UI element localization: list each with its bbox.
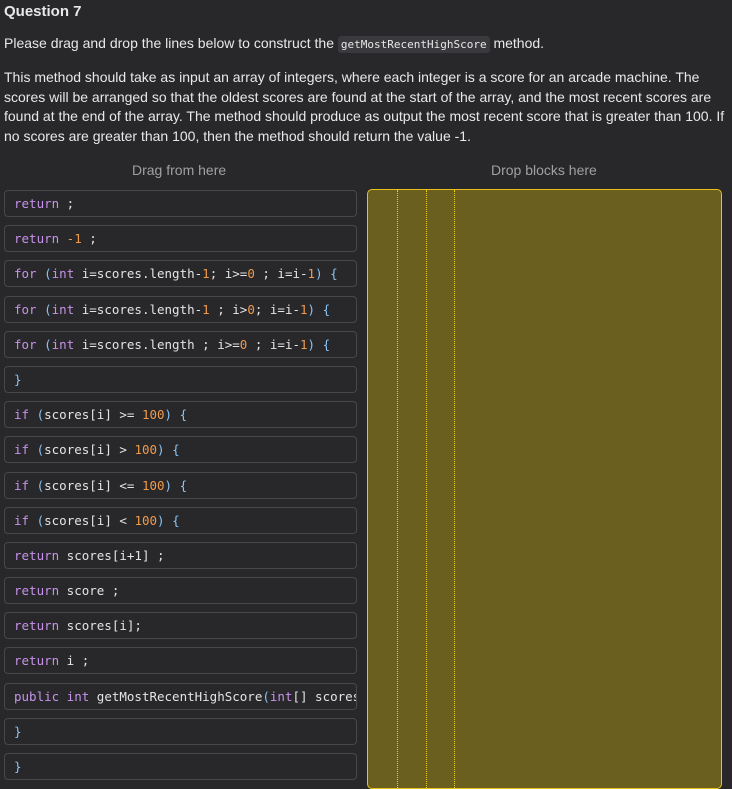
- code-block[interactable]: return -1 ;: [4, 225, 357, 253]
- code-token: 100: [134, 442, 158, 458]
- code-token: if: [14, 512, 30, 528]
- code-token: ; i=i-: [247, 336, 301, 352]
- code-token: int: [51, 301, 75, 317]
- code-token: }: [14, 723, 22, 739]
- code-token: 100: [141, 477, 165, 493]
- indent-guide: [397, 190, 398, 788]
- code-block[interactable]: return score ;: [4, 577, 357, 605]
- code-token: if: [14, 442, 30, 458]
- code-token: i=scores.length-: [74, 266, 203, 282]
- code-token: (: [36, 301, 52, 317]
- code-token: }: [14, 759, 22, 774]
- code-token: (: [36, 336, 52, 352]
- code-block[interactable]: public int getMostRecentHighScore(int[] …: [4, 682, 357, 710]
- code-token: scores[i+1] ;: [59, 547, 165, 563]
- code-token: return: [14, 618, 60, 634]
- code-token: ) {: [315, 266, 338, 282]
- code-token: ;: [81, 231, 97, 247]
- code-token: return: [14, 231, 60, 247]
- problem-description: This method should take as input an arra…: [4, 69, 725, 144]
- instructions: Please drag and drop the lines below to …: [4, 35, 545, 53]
- indent-guide: [426, 190, 427, 788]
- code-block[interactable]: return scores[i+1] ;: [4, 541, 357, 569]
- instructions-text: Please drag and drop the lines below to …: [4, 35, 338, 51]
- code-token: ) {: [157, 442, 180, 458]
- code-token: 100: [134, 512, 158, 528]
- drop-header: Drop blocks here: [491, 162, 597, 178]
- code-token: for: [14, 336, 37, 352]
- code-token: int: [59, 688, 90, 704]
- code-token: ;: [59, 196, 75, 211]
- code-token: if: [14, 477, 30, 493]
- code-block[interactable]: if (scores[i] <= 100) {: [4, 471, 357, 499]
- indent-guide: [454, 190, 455, 788]
- code-token: (: [262, 688, 270, 704]
- question-title: Question 7: [4, 3, 82, 20]
- code-block[interactable]: if (scores[i] > 100) {: [4, 436, 357, 464]
- code-token: ) {: [164, 407, 188, 423]
- code-token: if: [14, 407, 30, 423]
- code-token: (: [29, 477, 45, 493]
- code-token: scores[i] >: [44, 442, 135, 458]
- code-token: ) {: [164, 477, 188, 493]
- code-token: ) {: [307, 336, 331, 352]
- source-blocks-list: return ; return -1 ; for (int i=scores.len…: [4, 190, 357, 788]
- code-token: (: [29, 512, 45, 528]
- code-token: scores[i] <: [44, 512, 135, 528]
- code-block[interactable]: if (scores[i] >= 100) {: [4, 401, 357, 429]
- code-token: int: [51, 266, 75, 282]
- method-name-code: getMostRecentHighScore: [337, 36, 490, 53]
- code-block[interactable]: for (int i=scores.length-1; i>=0 ; i=i-1…: [4, 260, 357, 288]
- code-token: 1: [300, 301, 308, 317]
- code-token: i ;: [59, 653, 90, 669]
- code-block[interactable]: return ;: [4, 190, 357, 217]
- code-token: for: [14, 266, 37, 282]
- code-token: ; i=i-: [254, 301, 301, 317]
- code-token: scores[i];: [59, 618, 142, 634]
- code-token: return: [14, 196, 60, 211]
- code-token: for: [14, 301, 37, 317]
- code-token: 0: [247, 266, 255, 282]
- code-token: scores[i] <=: [44, 477, 142, 493]
- code-token: -1: [59, 231, 82, 247]
- code-token: 1: [300, 336, 308, 352]
- code-token: 0: [247, 301, 255, 317]
- code-token: i=scores.length ; i>=: [74, 336, 240, 352]
- code-block[interactable]: }: [4, 717, 357, 745]
- code-token: return: [14, 583, 60, 599]
- code-token: return: [14, 653, 60, 669]
- code-token: 1: [202, 301, 210, 317]
- code-token: ) {: [307, 301, 331, 317]
- code-token: i=scores.length-: [74, 301, 203, 317]
- code-block[interactable]: return i ;: [4, 647, 357, 675]
- code-token: ; i>: [209, 301, 248, 317]
- code-token: }: [14, 371, 22, 387]
- code-token: score ;: [59, 583, 120, 599]
- code-token: int: [51, 336, 75, 352]
- code-token: 100: [141, 407, 165, 423]
- code-token: return: [14, 547, 60, 563]
- code-token: ; i=i-: [254, 266, 308, 282]
- code-token: public: [14, 688, 60, 704]
- code-block[interactable]: for (int i=scores.length ; i>=0 ; i=i-1)…: [4, 330, 357, 358]
- code-token: 1: [202, 266, 210, 282]
- code-block[interactable]: if (scores[i] < 100) {: [4, 506, 357, 534]
- drag-header: Drag from here: [132, 162, 227, 178]
- code-token: [] scores: [292, 688, 357, 704]
- drop-zone[interactable]: [367, 189, 722, 789]
- code-token: scores[i] >=: [44, 407, 142, 423]
- code-block[interactable]: for (int i=scores.length-1 ; i>0; i=i-1)…: [4, 295, 357, 323]
- code-token: getMostRecentHighScore: [89, 688, 263, 704]
- code-token: (: [36, 266, 52, 282]
- code-token: (: [29, 407, 45, 423]
- code-token: (: [29, 442, 45, 458]
- code-token: ; i>=: [209, 266, 248, 282]
- code-block[interactable]: }: [4, 365, 357, 393]
- code-token: 1: [307, 266, 316, 282]
- code-token: ) {: [157, 512, 180, 528]
- code-block[interactable]: return scores[i];: [4, 612, 357, 640]
- code-token: int: [269, 688, 293, 704]
- instructions-suffix: method.: [489, 35, 545, 51]
